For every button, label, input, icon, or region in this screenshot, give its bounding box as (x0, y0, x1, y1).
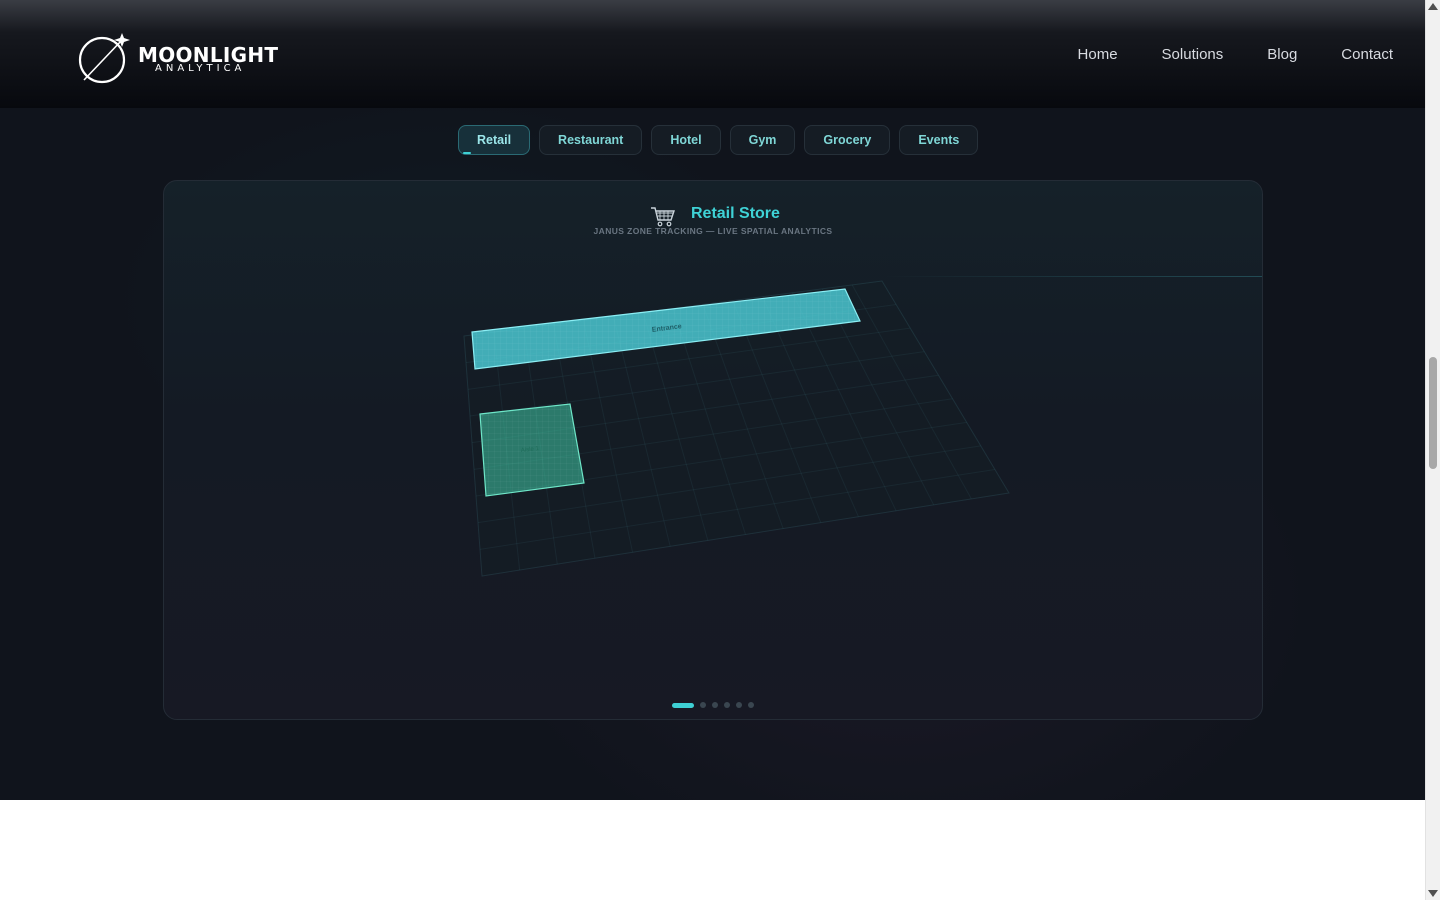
demo-card: Retail Store JANUS ZONE TRACKING — LIVE … (163, 180, 1263, 720)
scroll-up-arrow-icon[interactable] (1428, 3, 1438, 10)
industry-tabs: Retail Restaurant Hotel Gym Grocery Even… (458, 125, 987, 155)
tab-grocery[interactable]: Grocery (804, 125, 891, 155)
carousel-dot-1[interactable] (672, 702, 694, 708)
tab-retail[interactable]: Retail (458, 125, 531, 155)
nav-solutions[interactable]: Solutions (1162, 46, 1224, 63)
zone-aisle[interactable]: Aisle 1 (479, 403, 585, 497)
carousel-dots (672, 702, 760, 708)
brand-tagline: ANALYTICA (155, 63, 246, 74)
tab-hotel[interactable]: Hotel (651, 125, 721, 155)
scrollbar[interactable] (1425, 0, 1440, 900)
page: MOONLIGHT ANALYTICA Home Solutions Blog … (0, 0, 1425, 800)
carousel-dot-6[interactable] (748, 702, 754, 708)
site-header: MOONLIGHT ANALYTICA Home Solutions Blog … (0, 0, 1425, 108)
tab-events[interactable]: Events (899, 125, 979, 155)
tab-restaurant[interactable]: Restaurant (539, 125, 643, 155)
nav-blog[interactable]: Blog (1267, 46, 1297, 63)
carousel-dot-3[interactable] (712, 702, 718, 708)
carousel-dot-4[interactable] (724, 702, 730, 708)
scroll-thumb[interactable] (1429, 357, 1437, 469)
moon-logo-icon (78, 33, 130, 84)
nav-contact[interactable]: Contact (1341, 46, 1393, 63)
tab-gym[interactable]: Gym (729, 125, 796, 155)
floor-plan: Entrance Aisle 1 (463, 280, 1010, 577)
main-nav: Home Solutions Blog Contact (1034, 46, 1393, 63)
carousel-dot-2[interactable] (700, 702, 706, 708)
nav-home[interactable]: Home (1078, 46, 1118, 63)
logo[interactable]: MOONLIGHT ANALYTICA (78, 33, 278, 85)
scroll-down-arrow-icon[interactable] (1428, 890, 1438, 897)
carousel-dot-5[interactable] (736, 702, 742, 708)
